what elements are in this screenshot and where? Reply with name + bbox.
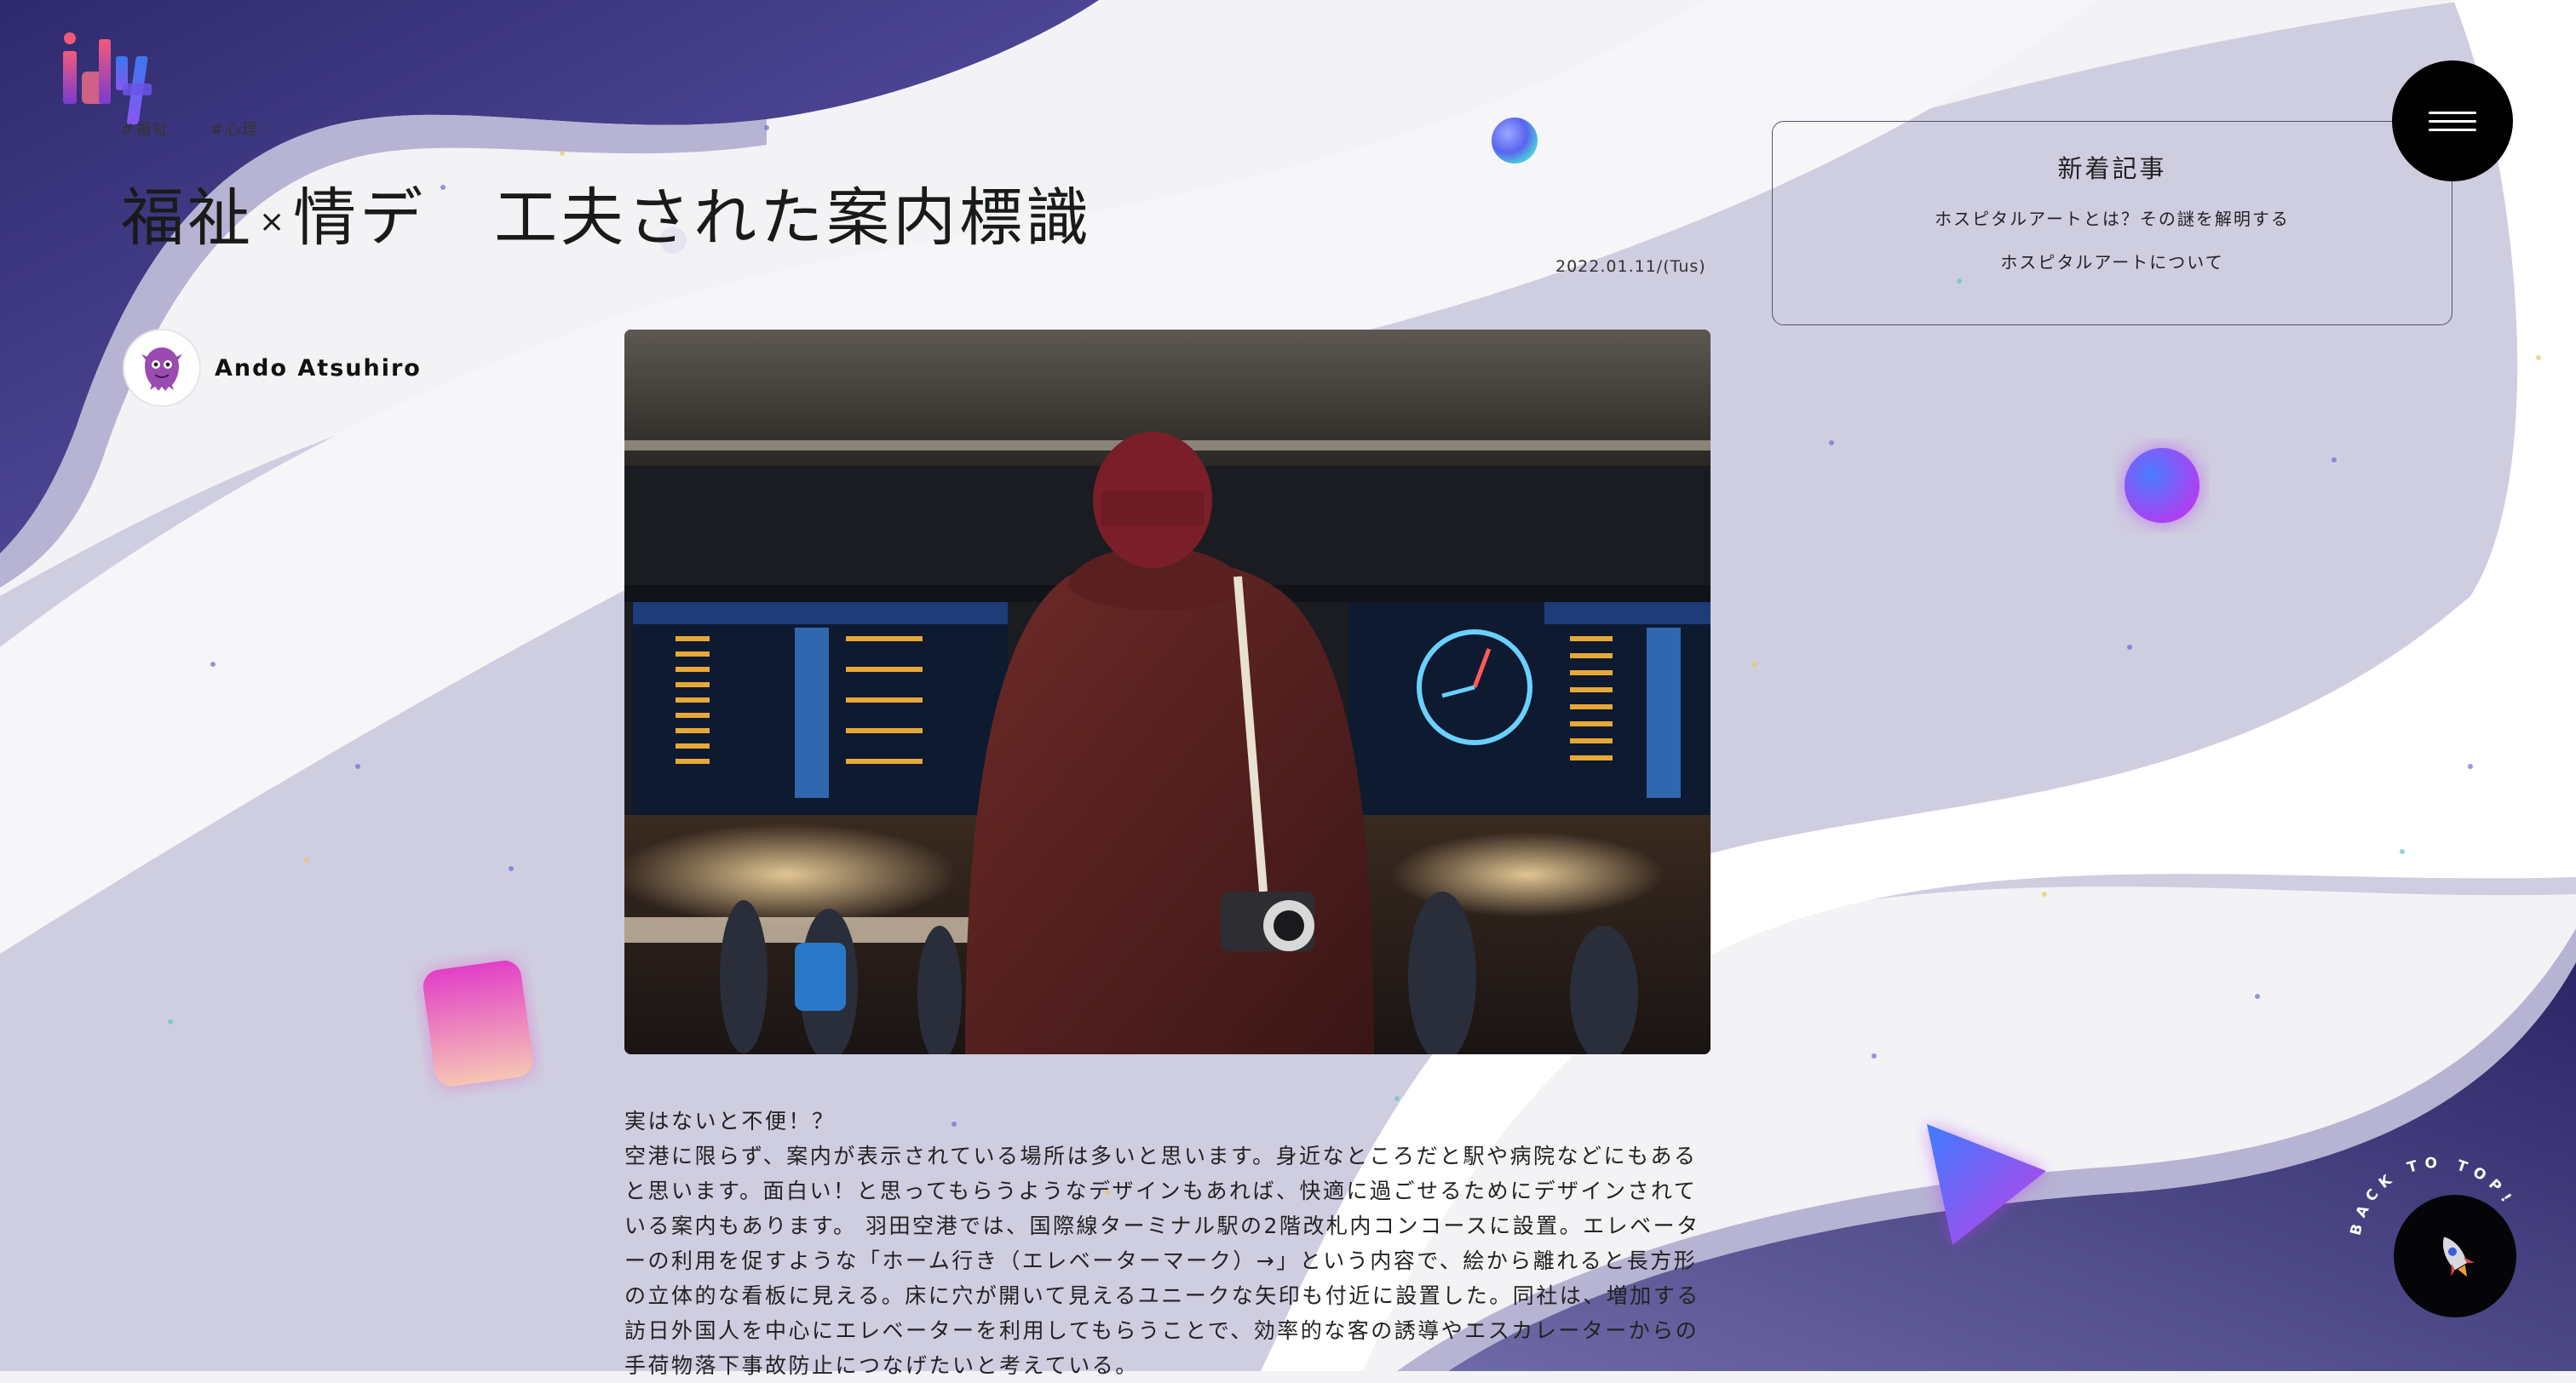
tag-psychology[interactable]: #心理: [210, 118, 259, 140]
title-times: ×: [259, 204, 289, 239]
tag-list: #福祉 #心理: [121, 118, 259, 140]
title-part-1: 福祉: [121, 181, 254, 255]
author-name[interactable]: Ando Atsuhiro: [215, 355, 422, 382]
monster-avatar-icon[interactable]: [123, 329, 201, 407]
new-articles-panel: 新着記事 ホスピタルアートとは？その謎を解明する ホスピタルアートについて: [1772, 121, 2452, 325]
back-to-top-button[interactable]: BACK TO TOP!: [2349, 1156, 2527, 1335]
page-title: 福祉 ×情デ 工夫された案内標識: [121, 167, 1092, 258]
new-article-link[interactable]: ホスピタルアートとは？その謎を解明する: [1773, 205, 2452, 230]
new-article-link[interactable]: ホスピタルアートについて: [1773, 249, 2452, 273]
article-paragraph: 空港に限らず、案内が表示されている場所は多いと思います。身近なところだと駅や病院…: [624, 1144, 1700, 1378]
hamburger-menu-icon[interactable]: [2392, 60, 2513, 181]
title-part-3: 工夫された案内標識: [494, 181, 1093, 255]
title-part-2: 情デ: [293, 181, 427, 255]
new-articles-title: 新着記事: [2057, 154, 2167, 183]
author-block: Ando Atsuhiro: [123, 329, 422, 407]
tag-welfare[interactable]: #福祉: [121, 118, 170, 140]
article-body: 実はないと不便！？ 空港に限らず、案内が表示されている場所は多いと思います。身近…: [624, 1104, 1716, 1383]
article-heading: 実はないと不便！？: [624, 1109, 836, 1133]
publish-date: 2022.01.11/(Tus): [1555, 257, 1706, 276]
hero-image: [624, 330, 1711, 1054]
